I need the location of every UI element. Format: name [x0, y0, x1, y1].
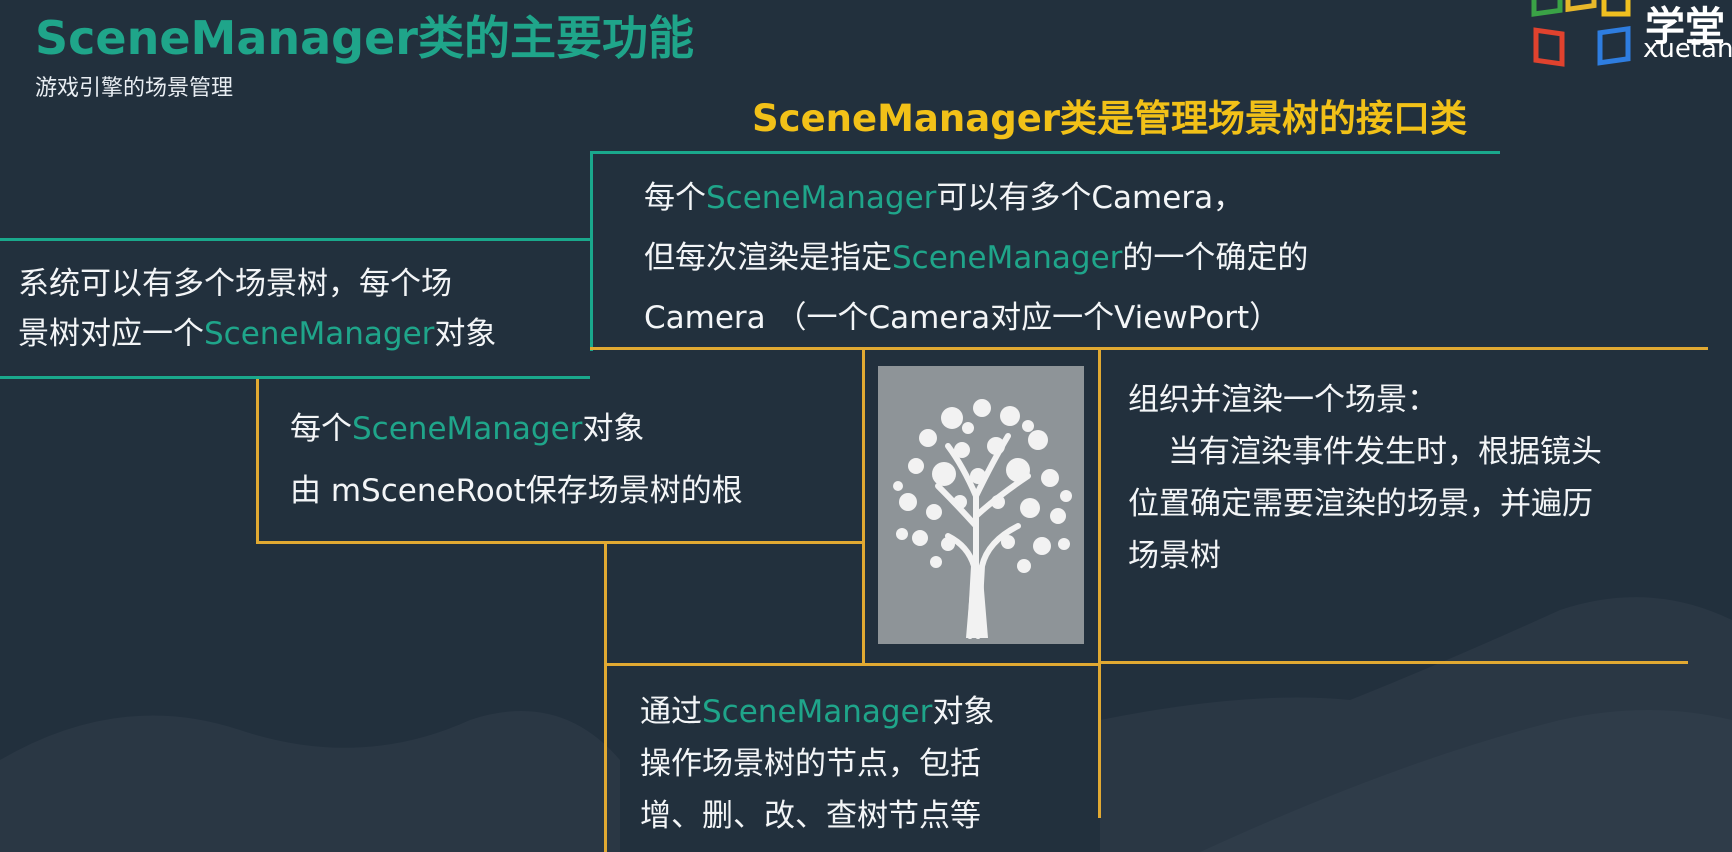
headline: SceneManager类是管理场景树的接口类	[752, 97, 1468, 140]
gold-line-render-bottom	[1098, 661, 1688, 664]
root-line2: 由 mSceneRoot保存场景树的根	[290, 473, 743, 509]
nodes-line2: 操作场景树的节点，包括	[640, 746, 981, 782]
system-line1: 系统可以有多个场景树，每个场	[18, 266, 452, 302]
teal-line-system-top	[0, 238, 590, 241]
teal-line-system-bottom	[0, 376, 590, 379]
page-subtitle: 游戏引擎的场景管理	[35, 76, 234, 101]
teal-line-vertical	[590, 151, 593, 351]
tree-image	[878, 366, 1084, 644]
system-box: 系统可以有多个场景树，每个场 景树对应一个SceneManager对象	[18, 256, 496, 362]
nodes-line3: 增、删、改、查树节点等	[640, 798, 981, 834]
render-line3: 位置确定需要渲染的场景，并遍历	[1128, 486, 1593, 522]
camera-line3: Camera （一个Camera对应一个ViewPort）	[644, 300, 1281, 336]
gold-line-tree-right	[1098, 347, 1101, 665]
teal-line-top	[590, 151, 1500, 154]
render-line4: 场景树	[1128, 538, 1221, 574]
render-line1: 组织并渲染一个场景：	[1128, 382, 1438, 418]
nodes-box: 通过SceneManager对象 操作场景树的节点，包括 增、删、改、查树节点等	[640, 686, 994, 842]
camera-box: 每个SceneManager可以有多个Camera， 但每次渲染是指定Scene…	[644, 168, 1308, 348]
gold-line-tree-left	[862, 347, 865, 665]
page-title: SceneManager类的主要功能	[35, 11, 694, 65]
gold-line-nodes-right	[1098, 663, 1101, 818]
logo-text-en: xuetan	[1643, 34, 1732, 64]
gold-line-root-bottom	[256, 541, 864, 544]
render-box: 组织并渲染一个场景： 当有渲染事件发生时，根据镜头 位置确定需要渲染的场景，并遍…	[1128, 374, 1602, 582]
root-line1: 每个SceneManager对象	[290, 411, 645, 447]
gold-line-nodes-left	[604, 541, 607, 852]
nodes-line1: 通过SceneManager对象	[640, 694, 995, 730]
system-line2: 景树对应一个SceneManager对象	[18, 316, 497, 352]
camera-line2: 但每次渲染是指定SceneManager的一个确定的	[644, 240, 1309, 276]
gold-line-nodes-top	[604, 663, 1100, 666]
camera-line1: 每个SceneManager可以有多个Camera，	[644, 180, 1245, 216]
gold-line-root-left	[256, 379, 259, 544]
root-box: 每个SceneManager对象 由 mSceneRoot保存场景树的根	[290, 398, 743, 522]
tree-icon	[893, 399, 1072, 639]
render-line2: 当有渲染事件发生时，根据镜头	[1168, 434, 1602, 470]
